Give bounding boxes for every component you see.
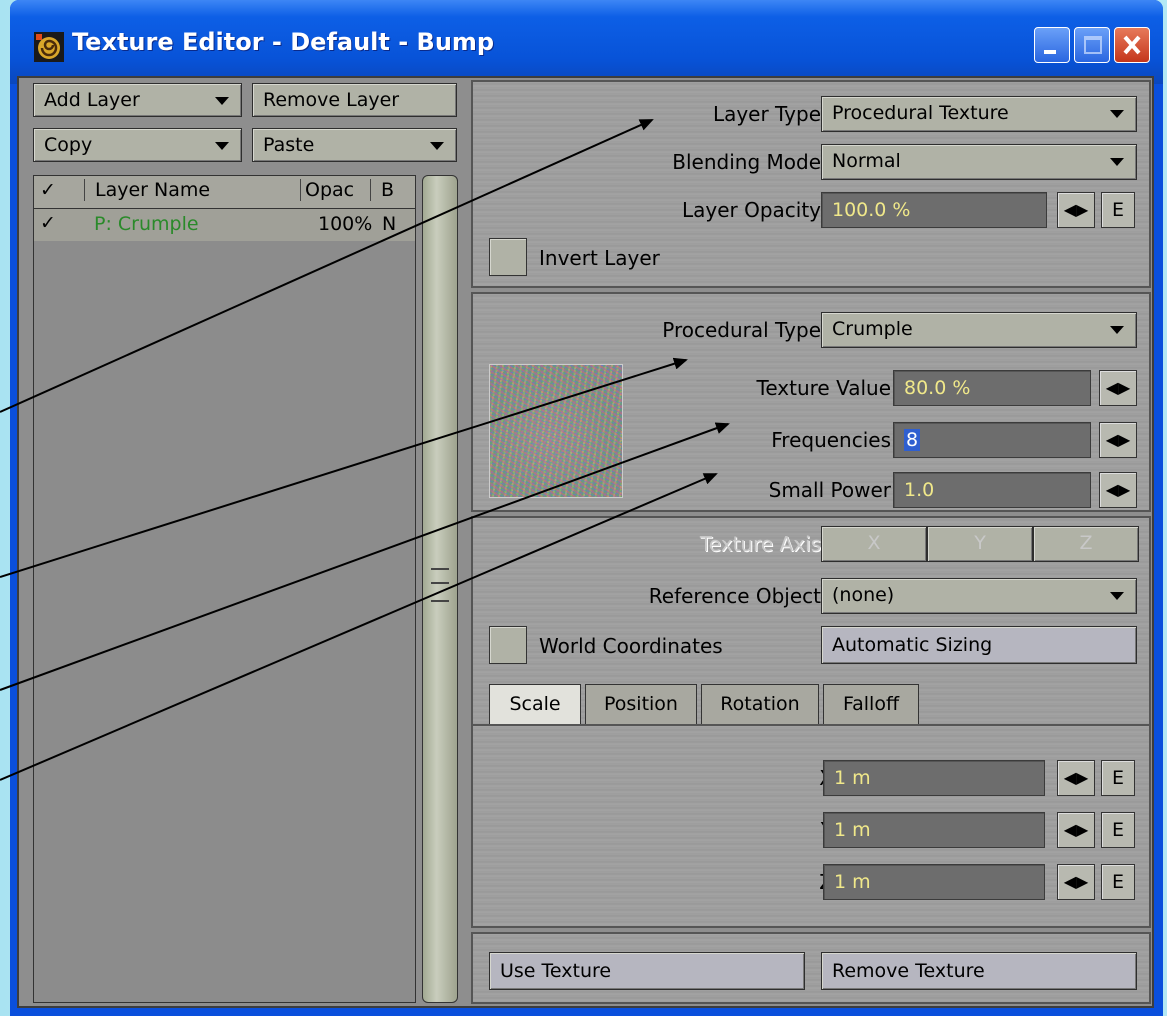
scale-x-envelope-button[interactable]: E (1101, 760, 1135, 796)
header-blend[interactable]: B (370, 179, 394, 201)
texture-actions-panel: Use Texture Remove Texture (471, 932, 1151, 1004)
scale-x-field[interactable]: 1 m (823, 760, 1045, 796)
texture-editor-window: Texture Editor - Default - Bump Add Laye… (10, 0, 1163, 1016)
scale-z-spinner-icon[interactable]: ◀▶ (1057, 864, 1095, 900)
layer-opacity-spinner-icon[interactable]: ◀▶ (1057, 192, 1095, 228)
scale-z-field[interactable]: 1 m (823, 864, 1045, 900)
layer-opacity-cell: 100% (318, 213, 373, 235)
scale-y-field[interactable]: 1 m (823, 812, 1045, 848)
small-power-field[interactable]: 1.0 (893, 472, 1091, 508)
minimize-button[interactable] (1034, 27, 1070, 63)
axis-y-button[interactable]: Y (927, 526, 1033, 562)
layer-blend-cell: N (382, 213, 397, 235)
close-icon (1123, 35, 1141, 55)
texture-value-field[interactable]: 80.0 % (893, 370, 1091, 406)
title-bar[interactable]: Texture Editor - Default - Bump (10, 0, 1163, 84)
layer-list-header: ✓ Layer Name Opac B (34, 176, 415, 209)
copy-dropdown[interactable]: Copy (33, 128, 242, 162)
layer-name-cell: P: Crumple (94, 213, 199, 235)
scale-y-envelope-button[interactable]: E (1101, 812, 1135, 848)
texture-preview-image[interactable] (489, 364, 623, 498)
frequencies-value: 8 (904, 429, 921, 451)
texture-axis-label: Texture Axis (699, 532, 821, 556)
blending-mode-label: Blending Mode (672, 150, 821, 174)
maximize-icon (1084, 36, 1102, 54)
procedural-type-label: Procedural Type (662, 318, 821, 342)
layer-opacity-label: Layer Opacity (681, 198, 821, 222)
grip-icon (431, 568, 449, 602)
layer-settings-panel: Layer Type Procedural Texture Blending M… (471, 80, 1151, 288)
header-layer-name[interactable]: Layer Name (84, 179, 210, 201)
paste-dropdown[interactable]: Paste (252, 128, 457, 162)
close-button[interactable] (1114, 27, 1150, 63)
header-opacity[interactable]: Opac (300, 179, 354, 201)
axis-x-button[interactable]: X (821, 526, 927, 562)
tab-falloff[interactable]: Falloff (823, 684, 919, 724)
frequencies-spinner-icon[interactable]: ◀▶ (1099, 422, 1137, 458)
panel-divider-handle[interactable] (422, 175, 458, 1003)
blending-mode-dropdown[interactable]: Normal (821, 144, 1137, 180)
scale-y-spinner-icon[interactable]: ◀▶ (1057, 812, 1095, 848)
use-texture-button[interactable]: Use Texture (489, 952, 805, 990)
layer-opacity-envelope-button[interactable]: E (1101, 192, 1135, 228)
frequencies-label: Frequencies (771, 428, 891, 452)
lightwave-app-icon (34, 32, 64, 62)
tab-position[interactable]: Position (585, 684, 697, 724)
small-power-label: Small Power (768, 478, 891, 502)
window-title: Texture Editor - Default - Bump (72, 28, 495, 56)
procedural-settings-panel: Procedural Type Crumple Texture Value 80… (471, 292, 1151, 512)
remove-texture-button[interactable]: Remove Texture (821, 952, 1137, 990)
tab-scale[interactable]: Scale (489, 684, 581, 724)
grip-line (431, 582, 449, 584)
layer-type-label: Layer Type (712, 102, 821, 126)
maximize-button[interactable] (1074, 27, 1110, 63)
tab-bar-line (473, 724, 1149, 726)
invert-layer-label: Invert Layer (539, 246, 660, 270)
frequencies-field[interactable]: 8 (893, 422, 1091, 458)
texture-value-label: Texture Value (756, 376, 892, 400)
add-layer-dropdown[interactable]: Add Layer (33, 83, 242, 117)
layer-list[interactable]: ✓ Layer Name Opac B ✓ P: Crumple 100% N (33, 175, 416, 1003)
minimize-icon (1044, 50, 1056, 54)
layer-type-dropdown[interactable]: Procedural Texture (821, 96, 1137, 132)
tab-rotation[interactable]: Rotation (701, 684, 819, 724)
small-power-spinner-icon[interactable]: ◀▶ (1099, 472, 1137, 508)
invert-layer-checkbox[interactable] (489, 238, 527, 276)
table-row[interactable]: ✓ P: Crumple 100% N (34, 209, 415, 241)
editor-client-area: Add Layer Remove Layer Copy Paste ✓ Laye… (17, 76, 1154, 1008)
scale-x-spinner-icon[interactable]: ◀▶ (1057, 760, 1095, 796)
world-coordinates-label: World Coordinates (539, 634, 723, 658)
header-check[interactable]: ✓ (40, 179, 56, 201)
procedural-type-dropdown[interactable]: Crumple (821, 312, 1137, 348)
axis-z-button[interactable]: Z (1033, 526, 1139, 562)
texture-placement-panel: Texture Axis X Y Z Reference Object (non… (471, 516, 1151, 928)
layer-opacity-field[interactable]: 100.0 % (821, 192, 1047, 228)
remove-layer-button[interactable]: Remove Layer (252, 83, 457, 117)
scale-z-envelope-button[interactable]: E (1101, 864, 1135, 900)
reference-object-dropdown[interactable]: (none) (821, 578, 1137, 614)
layer-enabled-check[interactable]: ✓ (40, 212, 56, 234)
world-coordinates-checkbox[interactable] (489, 626, 527, 664)
reference-object-label: Reference Object (648, 584, 821, 608)
texture-value-spinner-icon[interactable]: ◀▶ (1099, 370, 1137, 406)
automatic-sizing-button[interactable]: Automatic Sizing (821, 626, 1137, 664)
